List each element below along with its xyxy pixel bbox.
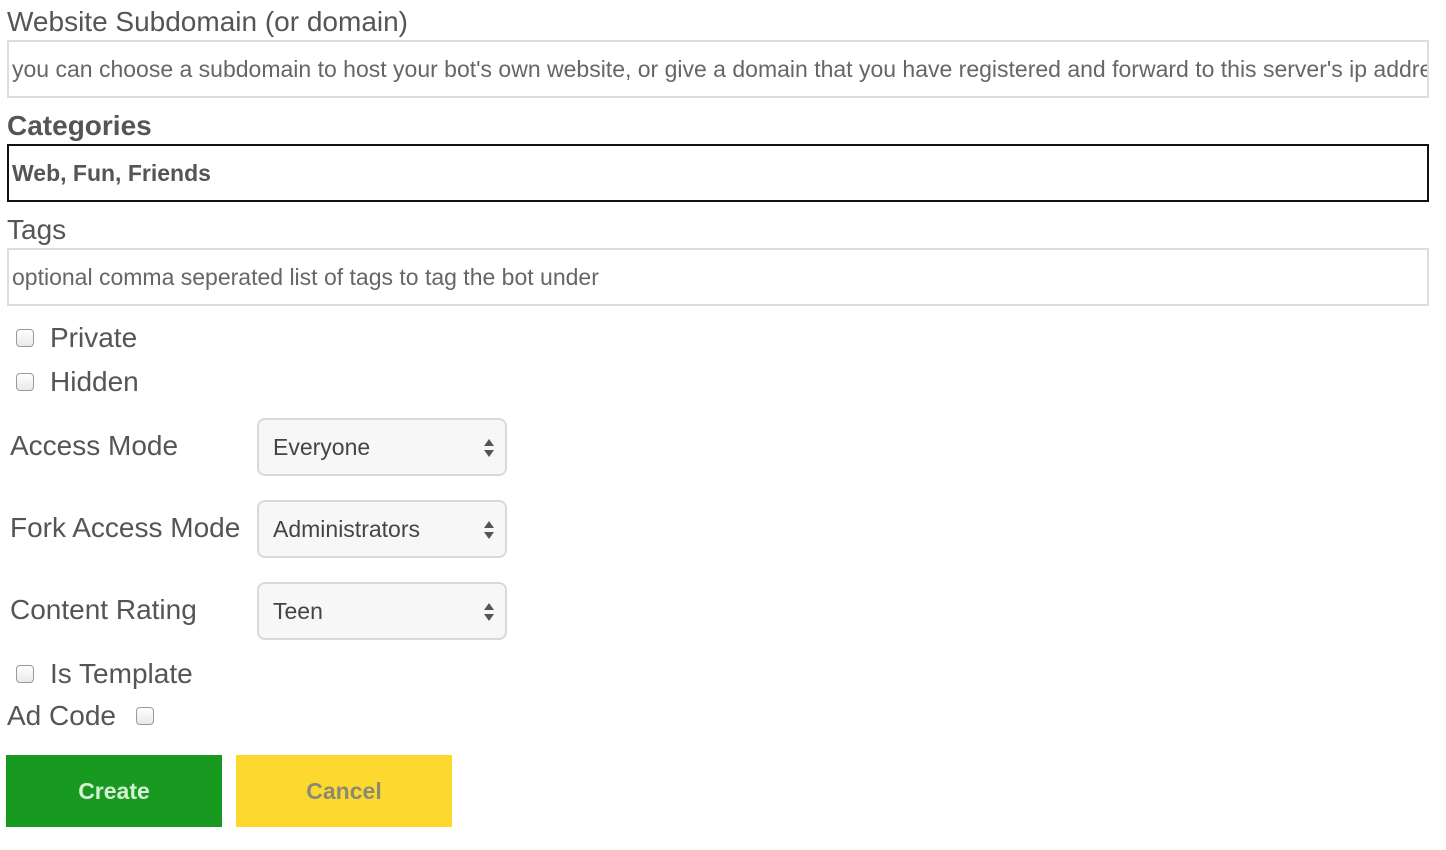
categories-value: Web, Fun, Friends xyxy=(12,159,211,186)
create-bot-form: Website Subdomain (or domain) you can ch… xyxy=(0,0,1446,850)
subdomain-label: Website Subdomain (or domain) xyxy=(7,6,409,37)
ad-code-label: Ad Code xyxy=(7,700,116,731)
is-template-row: Is Template xyxy=(16,656,193,692)
tags-label: Tags xyxy=(7,214,67,245)
fork-access-mode-select[interactable]: Administrators xyxy=(257,500,507,558)
content-rating-value: Teen xyxy=(273,597,323,624)
tags-placeholder: optional comma seperated list of tags to… xyxy=(12,263,599,290)
select-arrows-icon xyxy=(484,521,494,539)
content-rating-select[interactable]: Teen xyxy=(257,582,507,640)
private-checkbox[interactable] xyxy=(16,329,34,347)
ad-code-row: Ad Code xyxy=(7,698,154,734)
hidden-checkbox[interactable] xyxy=(16,373,34,391)
content-rating-label: Content Rating xyxy=(10,594,197,625)
subdomain-input[interactable]: you can choose a subdomain to host your … xyxy=(7,40,1429,98)
categories-label: Categories xyxy=(7,110,152,141)
hidden-label: Hidden xyxy=(50,366,139,397)
access-mode-select[interactable]: Everyone xyxy=(257,418,507,476)
select-arrows-icon xyxy=(484,603,494,621)
private-row: Private xyxy=(16,320,137,356)
ad-code-checkbox[interactable] xyxy=(135,707,154,725)
hidden-row: Hidden xyxy=(16,364,139,400)
select-arrows-icon xyxy=(484,439,494,457)
fork-access-mode-value: Administrators xyxy=(273,515,420,542)
is-template-label: Is Template xyxy=(50,658,193,689)
fork-access-mode-label: Fork Access Mode xyxy=(10,512,241,543)
tags-input[interactable]: optional comma seperated list of tags to… xyxy=(7,248,1429,306)
is-template-checkbox[interactable] xyxy=(16,665,34,683)
access-mode-value: Everyone xyxy=(273,433,371,460)
access-mode-label: Access Mode xyxy=(10,430,179,461)
subdomain-placeholder: you can choose a subdomain to host your … xyxy=(12,55,1429,82)
cancel-button[interactable]: Cancel xyxy=(236,755,452,827)
create-button[interactable]: Create xyxy=(6,755,222,827)
categories-input[interactable]: Web, Fun, Friends xyxy=(7,144,1429,202)
private-label: Private xyxy=(50,322,138,353)
